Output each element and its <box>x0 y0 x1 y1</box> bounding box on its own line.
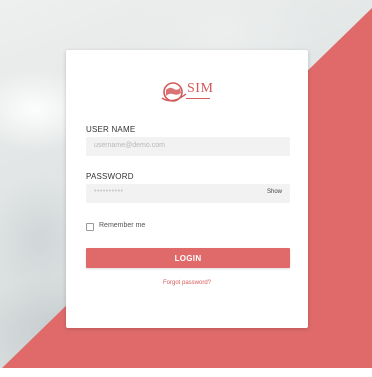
password-label: PASSWORD <box>86 172 134 181</box>
background-bottom-strip <box>0 368 372 377</box>
forgot-password-link[interactable]: Forgot password? <box>66 280 308 286</box>
remember-me-checkbox[interactable] <box>86 223 94 231</box>
show-password-toggle[interactable]: Show <box>267 189 282 195</box>
login-button[interactable]: LOGIN <box>86 248 290 268</box>
remember-me-label[interactable]: Remember me <box>99 222 145 229</box>
brand-name: SIM <box>187 81 214 96</box>
username-field[interactable]: username@demo.com <box>86 137 290 156</box>
login-card: SIM USER NAME username@demo.com PASSWORD… <box>66 50 308 328</box>
password-masked-value: •••••••••• <box>94 188 124 195</box>
globe-logo-icon <box>161 82 187 102</box>
brand-logo: SIM <box>160 78 220 110</box>
password-field[interactable]: •••••••••• Show <box>86 184 290 203</box>
username-label: USER NAME <box>86 125 136 134</box>
username-placeholder: username@demo.com <box>94 142 165 149</box>
brand-underline <box>186 98 210 99</box>
